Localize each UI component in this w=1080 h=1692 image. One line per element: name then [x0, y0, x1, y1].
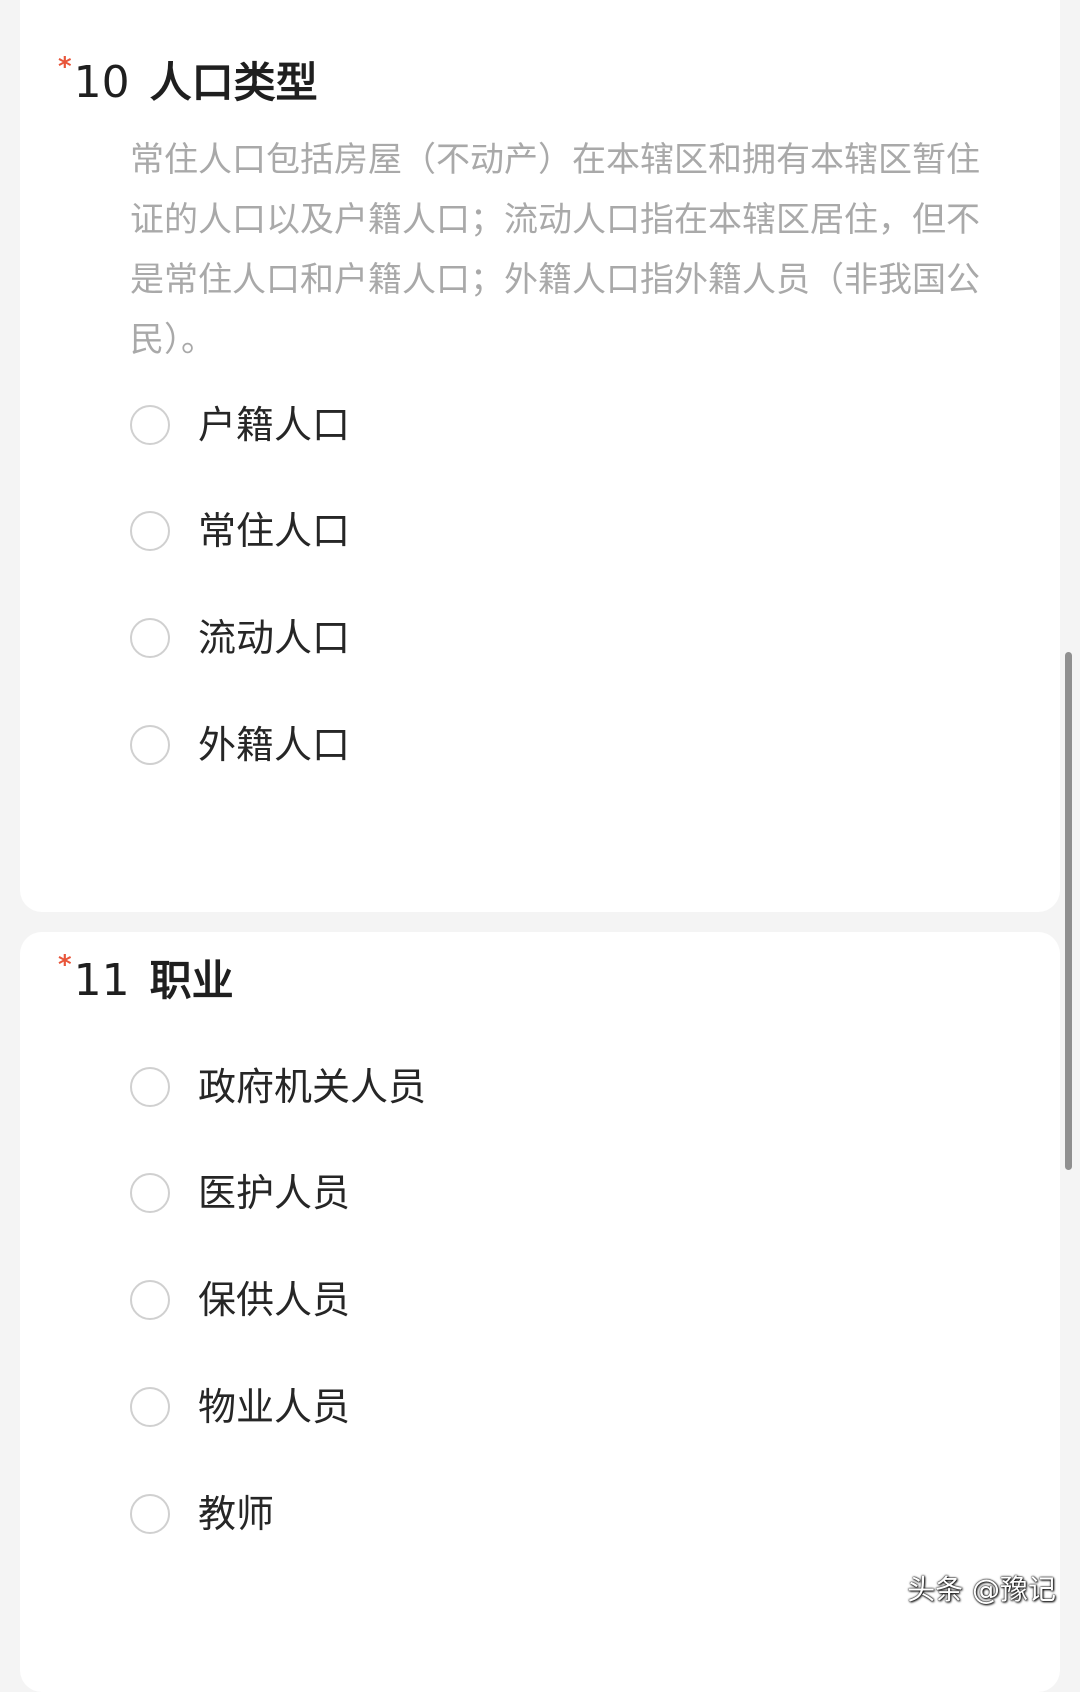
- option-label: 保供人员: [198, 1278, 351, 1322]
- radio-unchecked-icon[interactable]: [130, 1067, 170, 1107]
- question-title-row: * 11 职业: [58, 952, 234, 1010]
- option-label: 外籍人口: [198, 723, 351, 767]
- question-number: 10: [73, 57, 130, 108]
- question-title: 人口类型: [149, 58, 318, 107]
- watermark: 头条 @豫记: [907, 1573, 1056, 1606]
- radio-unchecked-icon[interactable]: [130, 405, 170, 445]
- option-government-staff[interactable]: 政府机关人员: [130, 1057, 426, 1117]
- radio-unchecked-icon[interactable]: [130, 1494, 170, 1534]
- option-supply-staff[interactable]: 保供人员: [130, 1270, 350, 1330]
- radio-unchecked-icon[interactable]: [130, 618, 170, 658]
- option-label: 户籍人口: [198, 403, 351, 447]
- option-label: 医护人员: [198, 1171, 351, 1215]
- required-marker: *: [58, 52, 72, 82]
- option-property-staff[interactable]: 物业人员: [130, 1377, 350, 1437]
- radio-unchecked-icon[interactable]: [130, 1173, 170, 1213]
- question-card-population-type: * 10 人口类型 常住人口包括房屋（不动产）在本辖区和拥有本辖区暂住证的人口以…: [20, 0, 1060, 912]
- option-floating-population[interactable]: 流动人口: [130, 608, 350, 668]
- vertical-scrollbar[interactable]: [1065, 652, 1072, 1170]
- option-label: 教师: [198, 1492, 275, 1536]
- radio-unchecked-icon[interactable]: [130, 725, 170, 765]
- option-label: 流动人口: [198, 616, 351, 660]
- option-foreign-population[interactable]: 外籍人口: [130, 715, 350, 775]
- option-permanent-resident[interactable]: 常住人口: [130, 501, 350, 561]
- required-marker: *: [58, 950, 72, 980]
- option-teacher[interactable]: 教师: [130, 1484, 274, 1544]
- question-card-occupation: * 11 职业 政府机关人员 医护人员 保供人员 物业人员 教师: [20, 932, 1060, 1692]
- option-household-registered[interactable]: 户籍人口: [130, 395, 350, 455]
- option-label: 物业人员: [198, 1385, 351, 1429]
- option-medical-staff[interactable]: 医护人员: [130, 1163, 350, 1223]
- question-title-row: * 10 人口类型: [58, 54, 318, 112]
- question-number: 11: [73, 955, 130, 1006]
- radio-unchecked-icon[interactable]: [130, 1280, 170, 1320]
- radio-unchecked-icon[interactable]: [130, 1387, 170, 1427]
- radio-unchecked-icon[interactable]: [130, 511, 170, 551]
- question-description: 常住人口包括房屋（不动产）在本辖区和拥有本辖区暂住证的人口以及户籍人口；流动人口…: [130, 140, 980, 360]
- option-label: 常住人口: [198, 509, 351, 553]
- option-label: 政府机关人员: [198, 1065, 427, 1109]
- question-title: 职业: [149, 956, 234, 1005]
